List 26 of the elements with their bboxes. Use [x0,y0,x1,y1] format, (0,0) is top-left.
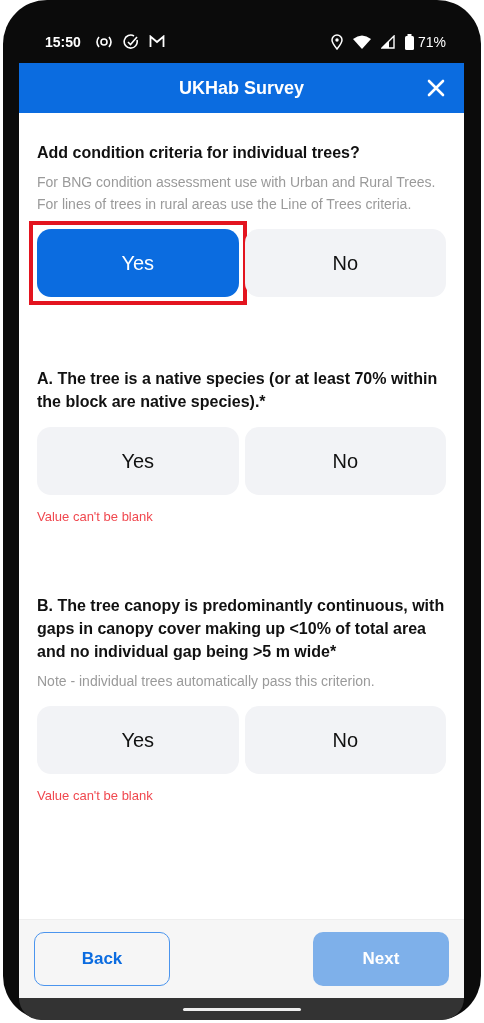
option-button[interactable]: Yes [37,706,239,774]
question-title: A. The tree is a native species (or at least 70% within the block are native species).* [37,369,439,412]
app-title: UKHab Survey [178,77,304,99]
option-button[interactable]: Yes [37,427,239,495]
status-time: 15:50 [45,33,81,50]
battery-icon [404,33,414,50]
question-hint: Note - individual trees automatically pass this criterion. [37,672,376,691]
option-button[interactable]: No [244,427,446,495]
check-circle-icon [122,33,139,50]
question-hint: For BNG condition assessment use with Urban and Rural Trees. For lines of trees in rural areas use the Line of Trees criteria. [37,173,437,214]
mail-icon [148,35,165,48]
option-button[interactable]: No [244,706,446,774]
error-message: Value can't be blank [37,788,154,803]
location-icon [330,33,343,50]
battery-percent: 71% [417,33,446,50]
close-icon[interactable] [426,78,446,98]
back-button[interactable]: Back [34,932,170,986]
signal-icon [380,34,395,49]
radio-icon [94,35,113,48]
home-indicator[interactable] [182,1007,301,1011]
error-message: Value can't be blank [37,509,154,524]
wifi-icon [352,34,371,49]
option-button[interactable]: No [244,229,446,297]
question-title: B. The tree canopy is predominantly continuous, with gaps in canopy cover making up <10% of total area and no individual gap being >5 m wide* [37,596,446,662]
option-button[interactable]: Yes [37,229,239,297]
question-title: Add condition criteria for individual trees? [37,143,361,163]
